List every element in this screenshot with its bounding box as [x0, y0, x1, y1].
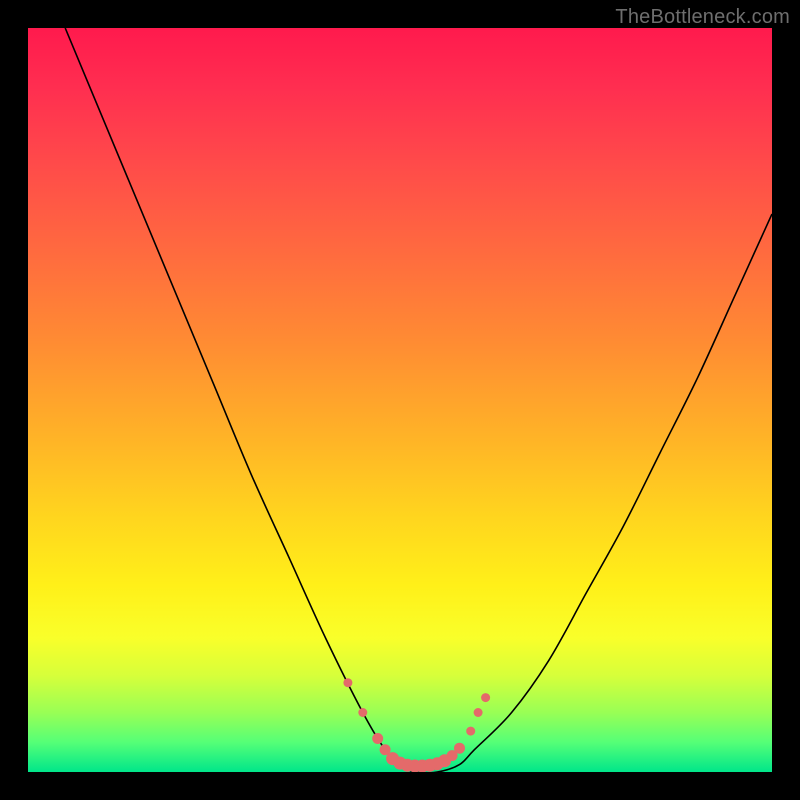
- marker-dot: [474, 708, 483, 717]
- marker-dot: [466, 727, 475, 736]
- bottleneck-curve: [65, 28, 772, 772]
- marker-group: [343, 678, 490, 772]
- marker-dot: [454, 743, 465, 754]
- plot-area: [28, 28, 772, 772]
- marker-dot: [358, 708, 367, 717]
- watermark-text: TheBottleneck.com: [615, 6, 790, 29]
- marker-dot: [343, 678, 352, 687]
- chart-frame: TheBottleneck.com: [0, 0, 800, 800]
- marker-dot: [372, 733, 383, 744]
- marker-dot: [481, 693, 490, 702]
- curve-layer: [28, 28, 772, 772]
